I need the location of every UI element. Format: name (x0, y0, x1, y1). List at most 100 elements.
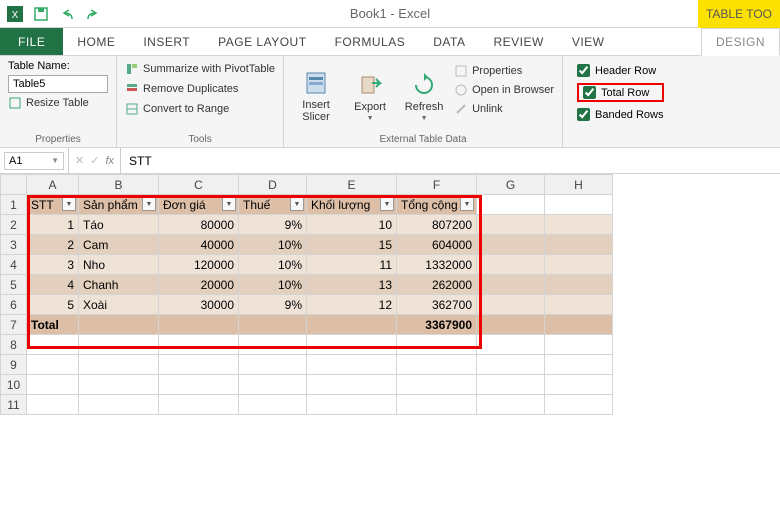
cell[interactable] (477, 275, 545, 295)
chevron-down-icon[interactable]: ▼ (51, 156, 59, 165)
cell[interactable] (477, 335, 545, 355)
cell[interactable] (239, 395, 307, 415)
tab-data[interactable]: DATA (419, 28, 479, 55)
cell[interactable] (79, 395, 159, 415)
cell[interactable]: 12 (307, 295, 397, 315)
cell[interactable]: 262000 (397, 275, 477, 295)
cell[interactable]: 40000 (159, 235, 239, 255)
cell[interactable]: 4 (27, 275, 79, 295)
cell[interactable] (307, 335, 397, 355)
cell[interactable]: Chanh (79, 275, 159, 295)
filter-icon[interactable]: ▼ (460, 197, 474, 211)
row-header[interactable]: 10 (1, 375, 27, 395)
cell[interactable] (545, 355, 613, 375)
total-row-input[interactable] (583, 86, 596, 99)
row-header[interactable]: 1 (1, 195, 27, 215)
filter-icon[interactable]: ▼ (380, 197, 394, 211)
cell[interactable] (545, 295, 613, 315)
cell[interactable] (397, 375, 477, 395)
total-label-cell[interactable]: Total (27, 315, 79, 335)
cell[interactable]: 10% (239, 235, 307, 255)
tab-page-layout[interactable]: PAGE LAYOUT (204, 28, 320, 55)
cell[interactable]: 30000 (159, 295, 239, 315)
table-name-input[interactable] (8, 75, 108, 93)
fx-icon[interactable]: fx (105, 155, 114, 167)
row-header[interactable]: 8 (1, 335, 27, 355)
cell[interactable] (477, 215, 545, 235)
cell[interactable] (545, 215, 613, 235)
cell[interactable] (545, 375, 613, 395)
col-header[interactable]: B (79, 175, 159, 195)
cell[interactable] (159, 335, 239, 355)
worksheet-grid[interactable]: A B C D E F G H 1 STT▼ Sản phẩm▼ Đơn giá… (0, 174, 613, 415)
cell[interactable] (159, 355, 239, 375)
cell[interactable] (477, 255, 545, 275)
cell[interactable] (239, 375, 307, 395)
cell[interactable] (545, 335, 613, 355)
insert-slicer-button[interactable]: Insert Slicer (292, 60, 340, 132)
enter-icon[interactable]: ✓ (90, 154, 99, 167)
cell[interactable] (239, 315, 307, 335)
cancel-icon[interactable]: ✕ (75, 154, 84, 167)
tab-formulas[interactable]: FORMULAS (321, 28, 420, 55)
save-icon[interactable] (30, 3, 52, 25)
cell[interactable] (239, 335, 307, 355)
cell[interactable]: 15 (307, 235, 397, 255)
cell[interactable] (477, 195, 545, 215)
cell[interactable] (159, 375, 239, 395)
tab-design[interactable]: DESIGN (701, 28, 780, 56)
table-header-cell[interactable]: Khối lượng▼ (307, 195, 397, 215)
col-header[interactable]: A (27, 175, 79, 195)
cell[interactable]: Xoài (79, 295, 159, 315)
cell[interactable] (397, 395, 477, 415)
cell[interactable] (477, 355, 545, 375)
convert-range-button[interactable]: Convert to Range (125, 102, 275, 116)
header-row-checkbox[interactable]: Header Row (577, 64, 664, 77)
cell[interactable] (545, 395, 613, 415)
cell[interactable]: 5 (27, 295, 79, 315)
undo-icon[interactable] (56, 3, 78, 25)
filter-icon[interactable]: ▼ (62, 197, 76, 211)
cell[interactable] (545, 235, 613, 255)
cell[interactable]: 1 (27, 215, 79, 235)
cell[interactable]: 807200 (397, 215, 477, 235)
row-header[interactable]: 3 (1, 235, 27, 255)
cell[interactable] (159, 395, 239, 415)
cell[interactable] (79, 335, 159, 355)
cell[interactable]: 9% (239, 215, 307, 235)
resize-table-button[interactable]: Resize Table (8, 96, 108, 110)
tab-insert[interactable]: INSERT (129, 28, 204, 55)
cell[interactable]: 80000 (159, 215, 239, 235)
cell[interactable]: 362700 (397, 295, 477, 315)
cell[interactable]: 9% (239, 295, 307, 315)
col-header[interactable]: E (307, 175, 397, 195)
refresh-button[interactable]: Refresh ▼ (400, 60, 448, 132)
cell[interactable] (477, 295, 545, 315)
cell[interactable] (545, 255, 613, 275)
cell[interactable]: 10% (239, 275, 307, 295)
cell[interactable]: Cam (79, 235, 159, 255)
tab-home[interactable]: HOME (63, 28, 129, 55)
filter-icon[interactable]: ▼ (222, 197, 236, 211)
row-header[interactable]: 2 (1, 215, 27, 235)
cell[interactable] (27, 375, 79, 395)
cell[interactable] (477, 375, 545, 395)
cell[interactable]: 20000 (159, 275, 239, 295)
cell[interactable] (477, 395, 545, 415)
tab-view[interactable]: VIEW (558, 28, 619, 55)
tab-file[interactable]: FILE (0, 28, 63, 55)
cell[interactable] (545, 315, 613, 335)
tab-review[interactable]: REVIEW (479, 28, 557, 55)
row-header[interactable]: 11 (1, 395, 27, 415)
table-header-cell[interactable]: Thuế▼ (239, 195, 307, 215)
banded-rows-checkbox[interactable]: Banded Rows (577, 108, 664, 121)
cell[interactable]: 1332000 (397, 255, 477, 275)
total-row-checkbox[interactable]: Total Row (577, 83, 664, 102)
row-header[interactable]: 7 (1, 315, 27, 335)
col-header[interactable]: C (159, 175, 239, 195)
col-header[interactable]: G (477, 175, 545, 195)
cell[interactable]: 2 (27, 235, 79, 255)
cell[interactable]: 3 (27, 255, 79, 275)
cell[interactable]: 10 (307, 215, 397, 235)
table-header-cell[interactable]: STT▼ (27, 195, 79, 215)
